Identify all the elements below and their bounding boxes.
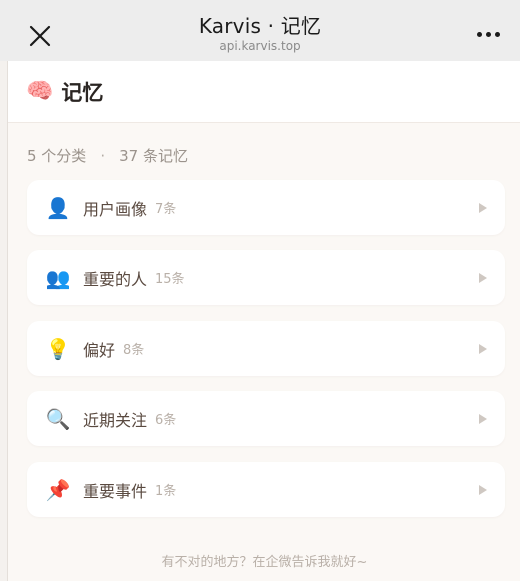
chevron-right-icon: [479, 413, 487, 424]
title-block: Karvis · 记忆 api.karvis.top: [0, 14, 520, 53]
chevron-right-icon: [479, 272, 487, 283]
category-card-preferences[interactable]: 💡 偏好 8条: [27, 321, 505, 376]
category-card-user-profile[interactable]: 👤 用户画像 7条: [27, 180, 505, 235]
memory-count: 37 条记忆: [119, 147, 188, 165]
page-title: 记忆: [61, 80, 104, 105]
brain-icon: 🧠: [26, 78, 54, 104]
category-label: 偏好: [83, 340, 116, 360]
window-title: Karvis · 记忆: [198, 14, 322, 38]
category-count: 5 个分类: [27, 147, 87, 165]
category-card-important-events[interactable]: 📌 重要事件 1条: [27, 462, 505, 517]
category-count-badge: 7条: [155, 202, 177, 217]
category-label: 近期关注: [83, 410, 148, 430]
more-dot-icon: [485, 31, 491, 37]
pushpin-icon: 📌: [45, 477, 71, 502]
category-label: 用户画像: [83, 199, 148, 219]
category-count-badge: 15条: [155, 272, 185, 287]
more-dot-icon: [494, 31, 500, 37]
lightbulb-icon: 💡: [45, 336, 71, 361]
chevron-right-icon: [479, 202, 487, 213]
category-card-recent-focus[interactable]: 🔍 近期关注 6条: [27, 391, 505, 446]
top-bar: Karvis · 记忆 api.karvis.top: [0, 0, 520, 61]
category-count-badge: 6条: [155, 413, 177, 428]
footer-hint: 有不对的地方？在企微告诉我就好~: [161, 555, 368, 570]
user-bust-icon: 👤: [45, 195, 71, 220]
magnifier-icon: 🔍: [45, 406, 71, 431]
category-label: 重要的人: [83, 269, 148, 289]
chevron-right-icon: [479, 484, 487, 495]
people-icon: 👥: [45, 265, 71, 290]
more-options-button[interactable]: [472, 20, 504, 48]
chevron-right-icon: [479, 343, 487, 354]
window-subtitle: api.karvis.top: [219, 39, 301, 53]
category-count-badge: 8条: [123, 343, 145, 358]
category-card-important-people[interactable]: 👥 重要的人 15条: [27, 250, 505, 305]
more-dot-icon: [476, 31, 482, 37]
stats-line: 5 个分类 · 37 条记忆: [27, 145, 188, 166]
category-label: 重要事件: [83, 481, 148, 501]
category-count-badge: 1条: [155, 484, 177, 499]
memory-page: 🧠 记忆 5 个分类 · 37 条记忆 👤 用户画像 7条 👥 重要的人 15条…: [7, 61, 520, 581]
stats-separator: ·: [100, 146, 106, 165]
page-header: 🧠 记忆: [8, 61, 520, 123]
